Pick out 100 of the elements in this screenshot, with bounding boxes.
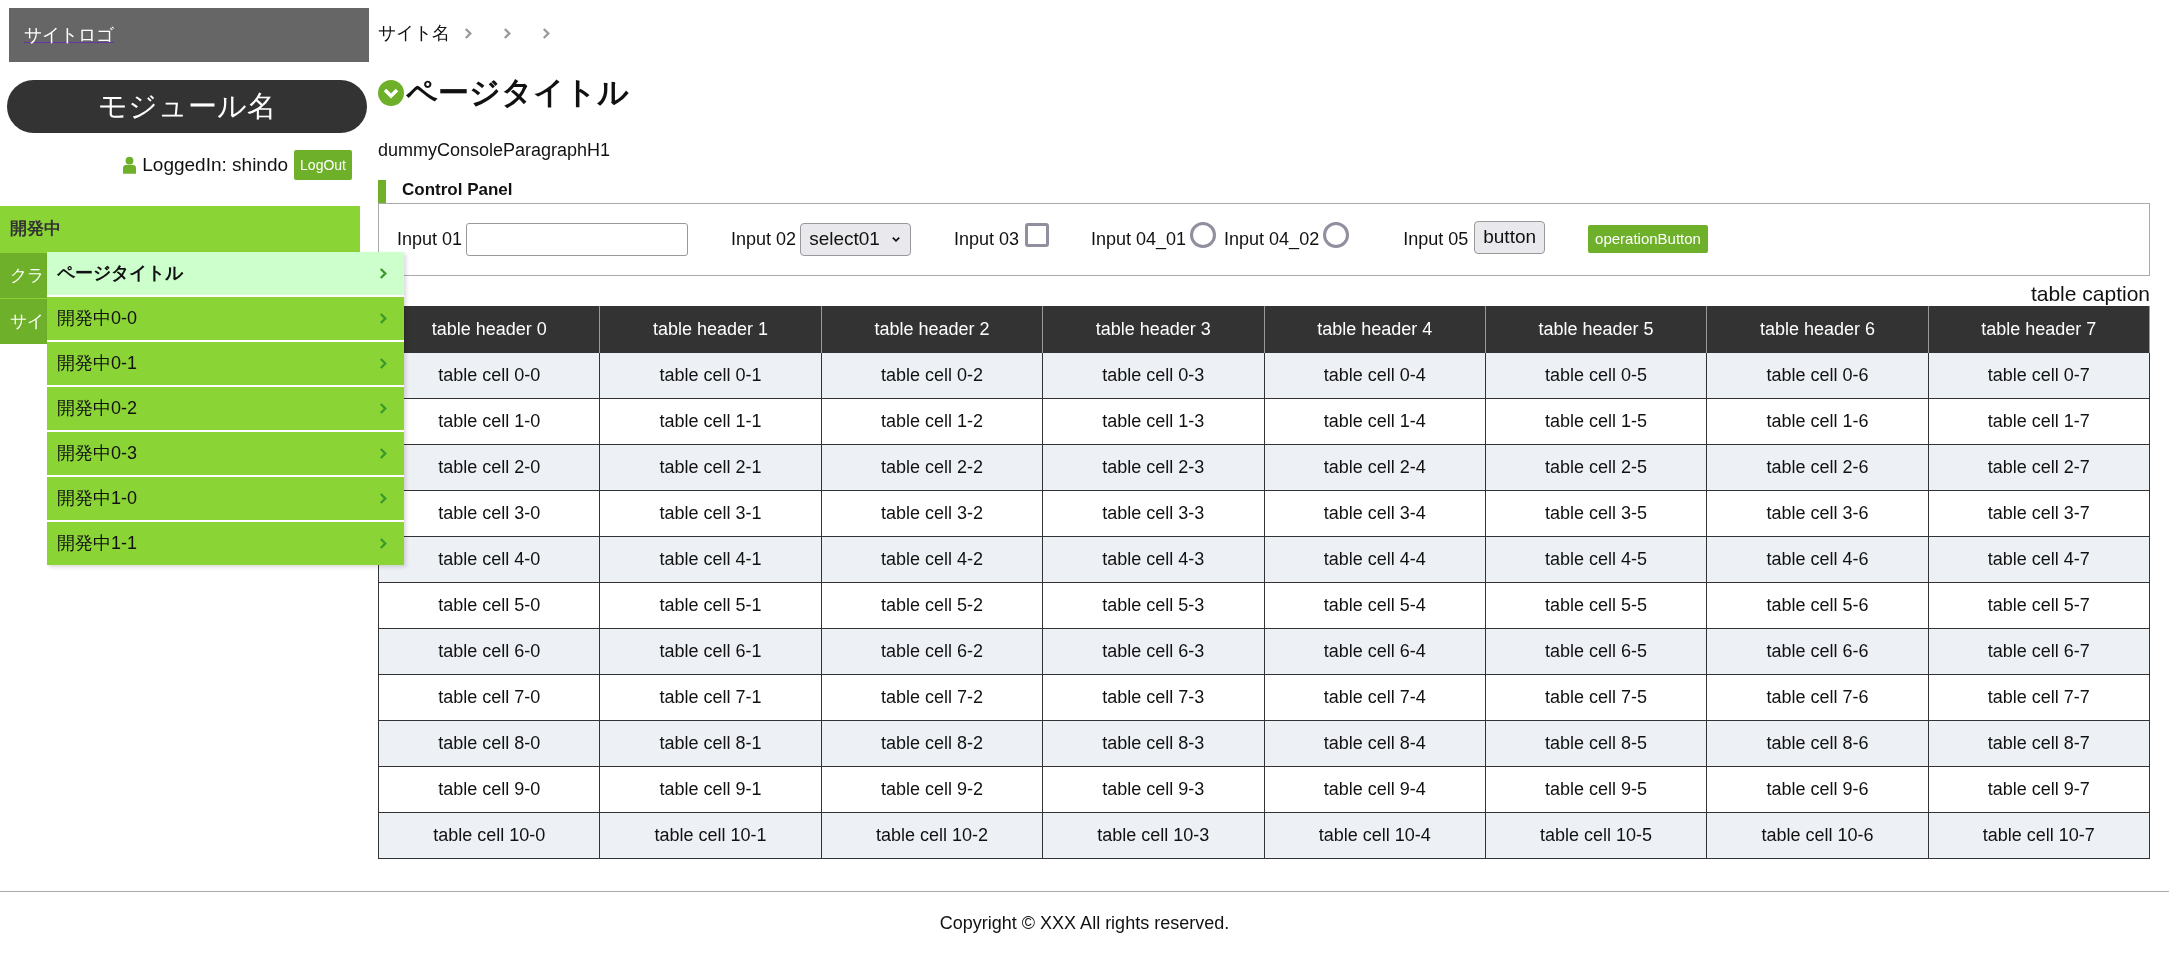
chevron-right-icon xyxy=(379,492,388,505)
table-cell: table cell 7-7 xyxy=(1928,674,2150,720)
table-cell: table cell 9-7 xyxy=(1928,766,2150,812)
table-cell: table cell 5-4 xyxy=(1264,582,1486,628)
table-header: table header 1 xyxy=(599,306,822,352)
table-cell: table cell 9-4 xyxy=(1264,766,1486,812)
table-cell: table cell 10-2 xyxy=(821,812,1043,858)
field-label: Input 03 xyxy=(953,227,1019,251)
table-cell: table cell 0-5 xyxy=(1485,352,1707,398)
table-cell: table cell 2-7 xyxy=(1928,444,2150,490)
radio-button[interactable] xyxy=(1190,222,1217,248)
flyout-menu-item[interactable]: 開発中0-0 xyxy=(47,297,404,340)
flyout-menu-item[interactable]: 開発中0-2 xyxy=(47,387,404,430)
table-cell: table cell 6-3 xyxy=(1042,628,1264,674)
table-cell: table cell 7-1 xyxy=(599,674,822,720)
table-header: table header 3 xyxy=(1042,306,1264,352)
table-header: table header 2 xyxy=(821,306,1043,352)
text-input[interactable] xyxy=(466,222,689,256)
radio-button[interactable] xyxy=(1323,222,1350,248)
table-cell: table cell 1-1 xyxy=(599,398,822,444)
table-cell: table cell 7-5 xyxy=(1485,674,1707,720)
table-cell: table cell 0-1 xyxy=(599,352,822,398)
table-cell: table cell 4-4 xyxy=(1264,536,1486,582)
table-cell: table cell 2-4 xyxy=(1264,444,1486,490)
nav-item[interactable]: 開発中 xyxy=(0,206,360,252)
table-cell: table cell 6-7 xyxy=(1928,628,2150,674)
table-cell: table cell 3-2 xyxy=(821,490,1043,536)
paragraph: dummyConsoleParagraphH1 xyxy=(378,138,612,162)
flyout-menu-item[interactable]: ページタイトル xyxy=(47,252,404,295)
table-cell: table cell 6-6 xyxy=(1706,628,1929,674)
table-cell: table cell 4-2 xyxy=(821,536,1043,582)
flyout-menu-item[interactable]: 開発中0-1 xyxy=(47,342,404,385)
table-cell: table cell 7-2 xyxy=(821,674,1043,720)
flyout-menu-item[interactable]: 開発中1-0 xyxy=(47,477,404,520)
table-cell: table cell 3-3 xyxy=(1042,490,1264,536)
table-cell: table cell 9-2 xyxy=(821,766,1043,812)
table-cell: table cell 1-5 xyxy=(1485,398,1707,444)
select-dropdown[interactable]: select01 xyxy=(800,222,911,256)
table-cell: table cell 7-0 xyxy=(378,674,600,720)
user-icon xyxy=(123,156,137,174)
table-cell: table cell 10-3 xyxy=(1042,812,1264,858)
breadcrumb-link[interactable]: サイト名 xyxy=(378,19,450,47)
checkbox[interactable] xyxy=(1024,223,1049,247)
chevron-right-icon xyxy=(464,26,473,40)
table-cell: table cell 5-3 xyxy=(1042,582,1264,628)
table-cell: table cell 6-5 xyxy=(1485,628,1707,674)
table-cell: table cell 6-4 xyxy=(1264,628,1486,674)
table-header: table header 4 xyxy=(1264,306,1486,352)
copyright-text: Copyright © XXX All rights reserved. xyxy=(939,912,1230,935)
table-cell: table cell 8-7 xyxy=(1928,720,2150,766)
table-cell: table cell 1-3 xyxy=(1042,398,1264,444)
table-header: table header 5 xyxy=(1485,306,1707,352)
table-cell: table cell 4-3 xyxy=(1042,536,1264,582)
table-cell: table cell 3-4 xyxy=(1264,490,1486,536)
table-cell: table cell 2-1 xyxy=(599,444,822,490)
table-cell: table cell 9-0 xyxy=(378,766,600,812)
table-cell: table cell 10-5 xyxy=(1485,812,1707,858)
table-cell: table cell 0-3 xyxy=(1042,352,1264,398)
table-cell: table cell 3-1 xyxy=(599,490,822,536)
table-cell: table cell 5-5 xyxy=(1485,582,1707,628)
table-cell: table cell 9-1 xyxy=(599,766,822,812)
table-cell: table cell 0-4 xyxy=(1264,352,1486,398)
panel-title: Control Panel xyxy=(378,179,2150,203)
table-cell: table cell 6-1 xyxy=(599,628,822,674)
table-cell: table cell 5-7 xyxy=(1928,582,2150,628)
table-cell: table cell 7-4 xyxy=(1264,674,1486,720)
field-label: Input 04_02 xyxy=(1224,227,1320,252)
table-cell: table cell 1-4 xyxy=(1264,398,1486,444)
chevron-right-icon xyxy=(379,312,388,325)
table-cell: table cell 10-4 xyxy=(1264,812,1486,858)
table-cell: table cell 7-6 xyxy=(1706,674,1929,720)
flyout-menu-item[interactable]: 開発中0-3 xyxy=(47,432,404,475)
table-cell: table cell 8-6 xyxy=(1706,720,1929,766)
chevron-right-icon xyxy=(379,537,388,550)
table-caption: table caption xyxy=(2029,280,2150,306)
chevron-right-icon xyxy=(503,26,512,40)
table-header: table header 6 xyxy=(1706,306,1929,352)
table-cell: table cell 10-7 xyxy=(1928,812,2150,858)
plain-button[interactable]: button xyxy=(1474,220,1546,254)
table-cell: table cell 8-5 xyxy=(1485,720,1707,766)
chevron-right-icon xyxy=(379,357,388,370)
table-cell: table cell 4-1 xyxy=(599,536,822,582)
table-cell: table cell 5-1 xyxy=(599,582,822,628)
flyout-menu-item[interactable]: 開発中1-1 xyxy=(47,522,404,565)
table-cell: table cell 9-6 xyxy=(1706,766,1929,812)
table-cell: table cell 1-6 xyxy=(1706,398,1929,444)
table-cell: table cell 8-4 xyxy=(1264,720,1486,766)
logged-in-user: LoggedIn: shindo xyxy=(142,152,289,177)
table-cell: table cell 9-3 xyxy=(1042,766,1264,812)
site-logo-link[interactable]: サイトロゴ xyxy=(24,21,114,49)
table-cell: table cell 3-5 xyxy=(1485,490,1707,536)
table-cell: table cell 2-6 xyxy=(1706,444,1929,490)
table-cell: table cell 8-1 xyxy=(599,720,822,766)
table-cell: table cell 10-0 xyxy=(378,812,600,858)
table-cell: table cell 1-7 xyxy=(1928,398,2150,444)
table-cell: table cell 6-2 xyxy=(821,628,1043,674)
table-cell: table cell 4-5 xyxy=(1485,536,1707,582)
chevron-down-circle-icon xyxy=(378,80,404,107)
table-cell: table cell 10-6 xyxy=(1706,812,1929,858)
table-cell: table cell 8-0 xyxy=(378,720,600,766)
